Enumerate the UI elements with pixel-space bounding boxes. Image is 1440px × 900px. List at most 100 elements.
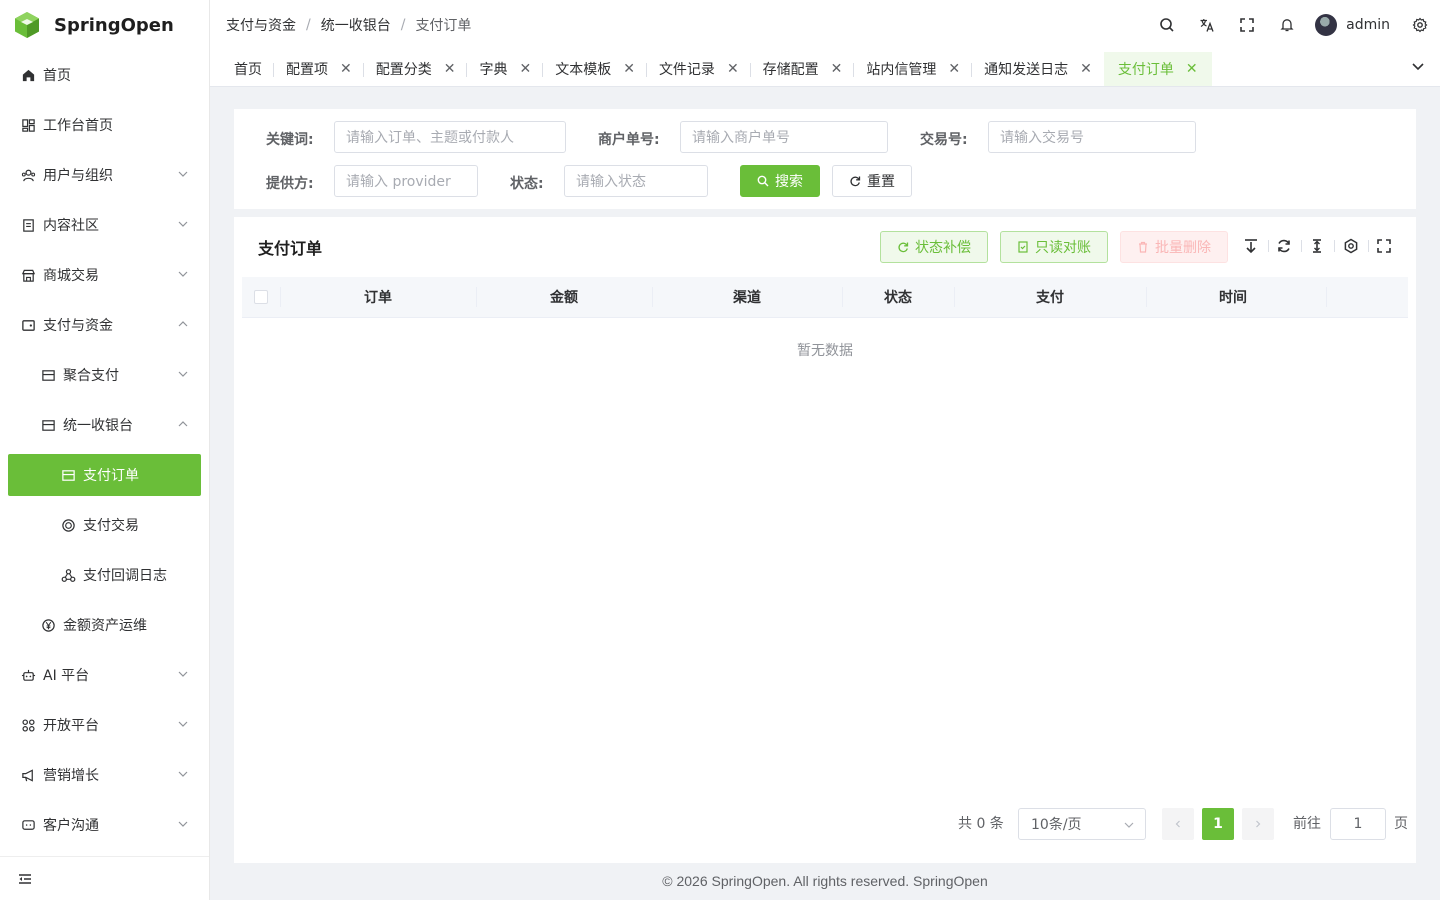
sidebar-item-aggregate-pay[interactable]: 聚合支付 — [0, 350, 209, 400]
close-icon[interactable]: ✕ — [1080, 61, 1092, 77]
column-settings-icon[interactable] — [1343, 238, 1359, 254]
app-logo[interactable]: SpringOpen — [0, 0, 209, 50]
status-compensate-button[interactable]: 状态补偿 — [880, 231, 988, 263]
prev-page-button[interactable] — [1162, 808, 1194, 840]
sidebar-item-marketing[interactable]: 营销增长 — [0, 750, 209, 800]
breadcrumb-item[interactable]: 统一收银台 — [321, 15, 391, 35]
tab-site-messages[interactable]: 站内信管理 ✕ — [854, 52, 973, 86]
sidebar-item-payment-trades[interactable]: 支付交易 — [0, 500, 209, 550]
chevron-down-icon — [178, 271, 188, 277]
sidebar-item-users-org[interactable]: 用户与组织 — [0, 150, 209, 200]
sidebar-item-workbench[interactable]: 工作台首页 — [0, 100, 209, 150]
trade-no-input[interactable]: 请输入交易号 — [988, 121, 1196, 153]
tab-text-template[interactable]: 文本模板 ✕ — [543, 52, 647, 86]
sidebar-item-customer-comm[interactable]: 客户沟通 — [0, 800, 209, 850]
tab-label: 文件记录 — [658, 62, 715, 78]
close-icon[interactable]: ✕ — [519, 61, 531, 77]
column-header-amount[interactable]: 金额 — [476, 277, 652, 317]
tab-home[interactable]: 首页 — [222, 52, 274, 86]
tab-label: 配置分类 — [375, 62, 432, 78]
tab-config-items[interactable]: 配置项 ✕ — [274, 52, 364, 86]
sidebar-item-open-platform[interactable]: 开放平台 — [0, 700, 209, 750]
close-icon[interactable]: ✕ — [623, 61, 635, 77]
status-input[interactable]: 请输入状态 — [564, 165, 708, 197]
sidebar-item-mall[interactable]: 商城交易 — [0, 250, 209, 300]
batch-delete-label: 批量删除 — [1155, 240, 1211, 256]
sidebar-item-label: AI 平台 — [43, 668, 90, 684]
sidebar-item-payment-funds[interactable]: 支付与资金 — [0, 300, 209, 350]
tab-label: 通知发送日志 — [984, 62, 1069, 78]
provider-label: 提供方: — [266, 176, 314, 192]
column-header-payment[interactable]: 支付 — [954, 277, 1146, 317]
breadcrumb-item: 支付订单 — [415, 18, 472, 34]
sidebar-item-payment-callback-log[interactable]: 支付回调日志 — [0, 550, 209, 600]
sidebar-item-label: 支付交易 — [83, 518, 139, 534]
webhook-icon — [60, 567, 76, 583]
notification-button[interactable] — [1267, 0, 1307, 50]
column-header-time[interactable]: 时间 — [1146, 277, 1320, 317]
sidebar: SpringOpen 首页 工作台首页 用户与组织 内容社区 商城交易 支付与资 — [0, 0, 210, 900]
close-icon[interactable]: ✕ — [831, 61, 843, 77]
reset-button[interactable]: 重置 — [832, 165, 912, 197]
trash-icon — [1139, 241, 1147, 253]
search-button[interactable] — [1147, 0, 1187, 50]
select-all-checkbox[interactable] — [254, 290, 268, 304]
translate-button[interactable] — [1187, 0, 1227, 50]
next-page-button[interactable] — [1242, 808, 1274, 840]
toolbar-divider — [1268, 240, 1269, 252]
breadcrumb: 支付与资金 / 统一收银台 / 支付订单 — [226, 15, 471, 35]
sidebar-item-label: 客户沟通 — [43, 818, 99, 834]
column-header-channel[interactable]: 渠道 — [652, 277, 842, 317]
tab-storage-config[interactable]: 存储配置 ✕ — [751, 52, 855, 86]
tab-dictionary[interactable]: 字典 ✕ — [467, 52, 544, 86]
tab-notify-log[interactable]: 通知发送日志 ✕ — [972, 52, 1104, 86]
sidebar-item-ai-platform[interactable]: AI 平台 — [0, 650, 209, 700]
tab-payment-orders[interactable]: 支付订单 ✕ — [1103, 52, 1212, 86]
page-number-button[interactable]: 1 — [1202, 808, 1234, 840]
column-header-status[interactable]: 状态 — [842, 277, 954, 317]
close-icon[interactable]: ✕ — [948, 61, 960, 77]
indent-icon — [19, 873, 31, 884]
megaphone-icon — [20, 767, 36, 783]
sidebar-item-unified-cashier[interactable]: 统一收银台 — [0, 400, 209, 450]
row-density-icon[interactable] — [1309, 238, 1325, 254]
close-icon[interactable]: ✕ — [727, 61, 739, 77]
settings-button[interactable] — [1400, 0, 1440, 50]
search-button[interactable]: 搜索 — [740, 165, 820, 197]
sidebar-item-content[interactable]: 内容社区 — [0, 200, 209, 250]
breadcrumb-item[interactable]: 支付与资金 — [226, 15, 296, 35]
page-size-select[interactable]: 10条/页 — [1018, 808, 1146, 840]
refresh-icon — [850, 176, 861, 187]
keyword-input[interactable]: 请输入订单、主题或付款人 — [334, 121, 566, 153]
tab-config-category[interactable]: 配置分类 ✕ — [364, 52, 468, 86]
status-placeholder: 请输入状态 — [576, 174, 646, 190]
batch-delete-button[interactable]: 批量删除 — [1120, 231, 1228, 263]
column-header-order[interactable]: 订单 — [280, 277, 476, 317]
tab-label: 支付订单 — [1117, 62, 1174, 78]
close-icon[interactable]: ✕ — [1186, 61, 1198, 77]
sidebar-item-home[interactable]: 首页 — [0, 50, 209, 100]
tab-file-records[interactable]: 文件记录 ✕ — [647, 52, 751, 86]
readonly-reconcile-button[interactable]: 只读对账 — [1000, 231, 1108, 263]
chevron-down-icon[interactable] — [1410, 58, 1426, 74]
sidebar-item-payment-orders[interactable]: 支付订单 — [8, 454, 201, 496]
close-icon[interactable]: ✕ — [444, 61, 456, 77]
chevron-down-icon — [178, 371, 188, 377]
chevron-right-icon — [1256, 820, 1261, 828]
gear-icon — [1412, 17, 1428, 33]
merchant-no-input[interactable]: 请输入商户单号 — [680, 121, 888, 153]
close-icon[interactable]: ✕ — [340, 61, 352, 77]
refresh-icon[interactable] — [1276, 238, 1292, 254]
goto-page-input[interactable]: 1 — [1330, 808, 1386, 840]
trade-no-placeholder: 请输入交易号 — [1000, 130, 1084, 146]
username: admin — [1346, 17, 1390, 33]
reset-button-label: 重置 — [867, 174, 895, 190]
fullscreen-icon[interactable] — [1376, 238, 1392, 254]
table-header: 订单 金额 渠道 状态 支付 时间 — [242, 277, 1408, 318]
fullscreen-button[interactable] — [1227, 0, 1267, 50]
user-menu[interactable]: admin — [1315, 14, 1390, 36]
export-icon[interactable] — [1243, 238, 1259, 254]
sidebar-collapse-button[interactable] — [0, 856, 209, 900]
sidebar-item-asset-ops[interactable]: 金额资产运维 — [0, 600, 209, 650]
provider-input[interactable]: 请输入 provider — [334, 165, 478, 197]
